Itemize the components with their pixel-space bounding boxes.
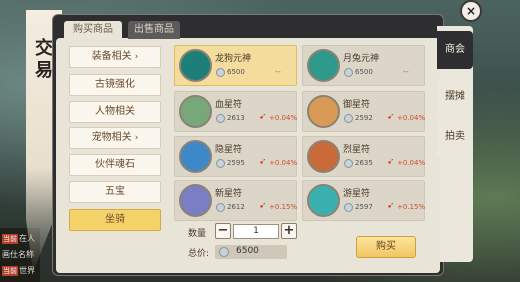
trend-up-icon: ➹ [387,201,395,211]
item-card[interactable]: 御星符 2592 ➹ +0.04% [302,91,425,132]
trend-up-icon: ➹ [387,157,395,167]
chevron-right-icon: › [134,52,139,62]
chat-line: 画仕名称 [2,249,34,260]
item-card[interactable]: 月兔元神 6500 -- [302,45,425,86]
item-name: 隐星符 [215,145,243,155]
buy-button[interactable]: 购买 [356,236,416,258]
silver-coin-icon [216,68,225,77]
trend-up-icon: ➹ [259,112,267,122]
category-label: 伙伴魂石 [95,159,135,170]
chat-tag: 当前 [2,266,18,276]
item-price: 6500 [227,68,245,76]
item-price: 2612 [227,203,245,211]
item-name: 游星符 [343,189,371,199]
item-card[interactable]: 游星符 2597 ➹ +0.15% [302,180,425,221]
item-price: 2635 [355,159,373,167]
quantity-increase-button[interactable]: + [281,223,297,239]
item-price: 2597 [355,203,373,211]
item-change: +0.04% [397,159,426,167]
quantity-label: 数量 [188,229,207,239]
silver-coin-icon [344,114,353,123]
silver-coin-icon [344,68,353,77]
side-tab-auction[interactable]: 拍卖 [437,118,473,156]
silver-coin-icon [219,247,229,257]
category-label: 人物相关 [95,106,135,117]
fierce-star-charm-icon [307,140,340,173]
item-price: 2595 [227,159,245,167]
category-partner-soulstone[interactable]: 伙伴魂石 [69,154,161,176]
item-name: 新星符 [215,189,243,199]
item-name: 月兔元神 [343,54,380,64]
silver-coin-icon [216,203,225,212]
category-character[interactable]: 人物相关 [69,101,161,123]
item-change: +0.15% [269,203,298,211]
chat-text: 画仕名称 [2,250,34,259]
silver-coin-icon [344,159,353,168]
silver-coin-icon [216,159,225,168]
item-change: -- [275,67,281,76]
category-label: 装备相关 [91,51,132,62]
category-label: 坐骑 [105,214,125,225]
item-change: +0.04% [269,114,298,122]
total-price-label: 总价: [188,249,210,259]
silver-coin-icon [344,203,353,212]
item-name: 御星符 [343,100,371,110]
item-price: 2592 [355,114,373,122]
item-name: 龙狗元神 [215,54,252,64]
item-price: 2613 [227,114,245,122]
blood-star-charm-icon [179,95,212,128]
chat-tag: 当前 [2,234,18,244]
item-price: 6500 [355,68,373,76]
quantity-input[interactable]: 1 [233,224,279,239]
item-card[interactable]: 新星符 2612 ➹ +0.15% [174,180,297,221]
chat-line: 当前 世界 [2,265,35,276]
item-card[interactable]: 隐星符 2595 ➹ +0.04% [174,136,297,177]
trend-up-icon: ➹ [387,112,395,122]
chevron-right-icon: › [134,133,139,143]
item-card[interactable]: 血星符 2613 ➹ +0.04% [174,91,297,132]
silver-coin-icon [216,114,225,123]
trend-up-icon: ➹ [259,201,267,211]
category-label: 五宝 [105,186,125,197]
side-tab-chamber-of-commerce[interactable]: 商会 [437,31,473,69]
category-equipment[interactable]: 装备相关 › [69,46,161,68]
category-label: 宠物相关 [91,132,132,143]
moon-rabbit-spirit-icon [307,49,340,82]
item-card[interactable]: 烈星符 2635 ➹ +0.04% [302,136,425,177]
side-tab-stall[interactable]: 摆摊 [437,78,473,116]
category-mirror-enhance[interactable]: 古镜强化 [69,74,161,96]
category-five-treasures[interactable]: 五宝 [69,181,161,203]
category-label: 古镜强化 [95,79,135,90]
item-card[interactable]: 龙狗元神 6500 -- [174,45,297,86]
tab-buy-goods[interactable]: 购买商品 [64,21,122,39]
close-icon[interactable]: × [460,0,482,22]
quantity-decrease-button[interactable]: − [215,223,231,239]
total-price-value: 6500 [236,246,259,256]
item-change: -- [403,67,409,76]
wander-star-charm-icon [307,184,340,217]
item-name: 烈星符 [343,145,371,155]
tab-sell-goods[interactable]: 出售商品 [128,21,180,39]
item-change: +0.04% [397,114,426,122]
category-mount[interactable]: 坐骑 [69,209,161,231]
item-change: +0.04% [269,159,298,167]
hidden-star-charm-icon [179,140,212,173]
new-star-charm-icon [179,184,212,217]
guard-star-charm-icon [307,95,340,128]
item-change: +0.15% [397,203,426,211]
category-pet[interactable]: 宠物相关 › [69,127,161,149]
dragon-dog-spirit-icon [179,49,212,82]
trend-up-icon: ➹ [259,157,267,167]
item-name: 血星符 [215,100,243,110]
